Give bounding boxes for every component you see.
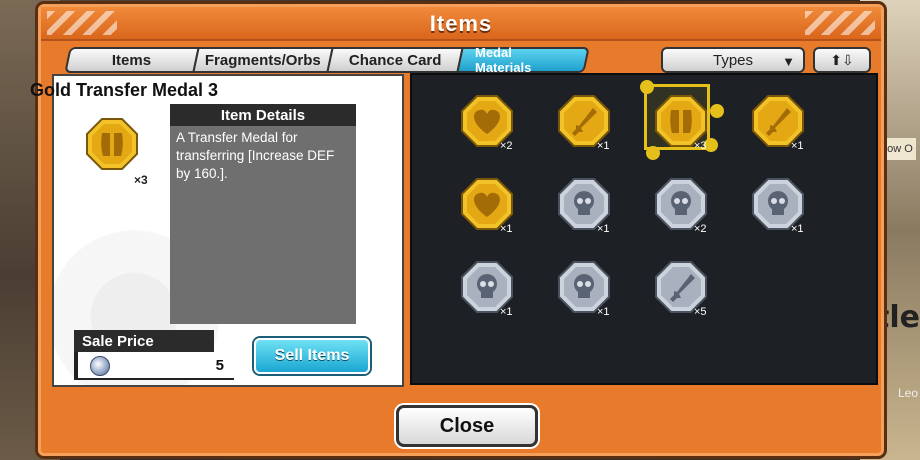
item-name: Gold Transfer Medal 3 bbox=[30, 80, 219, 100]
sell-items-button[interactable]: Sell Items bbox=[254, 338, 370, 374]
tab-bar: Items Fragments/Orbs Chance Card Medal M… bbox=[64, 45, 590, 75]
sort-up-down-icon: ⬆⇩ bbox=[830, 51, 854, 68]
item-details-header: Item Details bbox=[170, 104, 356, 126]
tab-medal-materials[interactable]: Medal Materials bbox=[456, 45, 590, 75]
background-name: Leo bbox=[897, 386, 918, 400]
sale-price-label: Sale Price bbox=[74, 330, 214, 352]
item-count: ×3 bbox=[134, 173, 148, 187]
medal-count: ×1 bbox=[791, 140, 804, 152]
tab-fragments-orbs[interactable]: Fragments/Orbs bbox=[192, 47, 334, 73]
dialog-title: Items bbox=[429, 11, 493, 36]
item-description-text: A Transfer Medal for transferring [Incre… bbox=[176, 130, 335, 181]
medal-count: ×2 bbox=[694, 223, 707, 235]
medal-count: ×3 bbox=[694, 140, 707, 152]
types-label: Types bbox=[712, 51, 754, 69]
selection-splash bbox=[710, 104, 724, 118]
types-dropdown[interactable]: Types ▼ bbox=[661, 47, 805, 73]
tab-items[interactable]: Items bbox=[64, 47, 200, 73]
medal-count: ×1 bbox=[500, 223, 513, 235]
medal-count: ×1 bbox=[597, 306, 610, 318]
medal-count: ×1 bbox=[500, 306, 513, 318]
selection-splash bbox=[640, 80, 654, 94]
medal-count: ×1 bbox=[597, 223, 610, 235]
medal-count: ×1 bbox=[791, 223, 804, 235]
sale-price-box: 5 bbox=[74, 352, 234, 380]
medal-count: ×5 bbox=[694, 306, 707, 318]
silver-coin-icon bbox=[90, 356, 110, 376]
medal-count: ×1 bbox=[597, 140, 610, 152]
gold-armor-medal-icon bbox=[86, 118, 138, 170]
title-bar: Items bbox=[41, 7, 881, 41]
title-stripes-right bbox=[805, 11, 875, 35]
sort-button[interactable]: ⬆⇩ bbox=[813, 47, 871, 73]
tab-chance-card[interactable]: Chance Card bbox=[326, 47, 464, 73]
item-description: A Transfer Medal for transferring [Incre… bbox=[170, 126, 356, 324]
selection-splash bbox=[646, 146, 660, 160]
medal-count: ×2 bbox=[500, 140, 513, 152]
close-button[interactable]: Close bbox=[396, 405, 538, 447]
chevron-down-icon: ▼ bbox=[782, 54, 795, 69]
sale-price-value: 5 bbox=[215, 357, 224, 374]
